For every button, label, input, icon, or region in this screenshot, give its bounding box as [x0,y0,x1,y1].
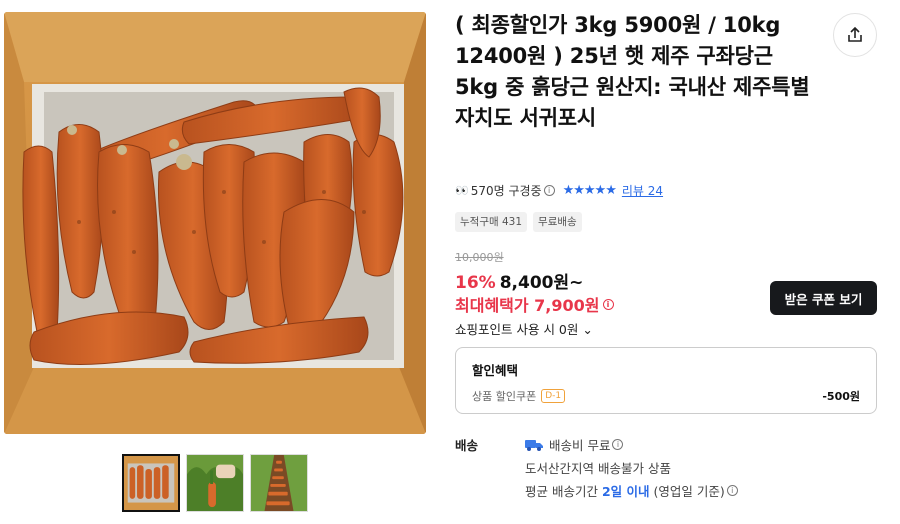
product-title: ( 최종할인가 3kg 5900원 / 10kg 12400원 ) 25년 햇 … [455,13,810,130]
benefit-amount: -500원 [822,390,860,403]
discount-benefit-box: 할인혜택 상품 할인쿠폰 D-1 -500원 [455,347,877,414]
thumbnail-2[interactable] [186,454,244,512]
coupon-view-button[interactable]: 받은 쿠폰 보기 [770,281,877,315]
info-icon[interactable]: i [726,485,738,496]
info-icon[interactable]: i [543,185,555,196]
sale-price: 8,400원~ [499,273,584,293]
eyes-icon: 👀 [455,184,469,197]
shipping-fee-row: 배송비 무료 i [525,435,631,454]
avg-delivery-row: 평균 배송기간 2일 이내 (영업일 기준) i [525,481,746,500]
chevron-down-icon: ⌄ [582,322,593,337]
discount-rate: 16% [455,273,496,293]
thumbnail-1[interactable] [122,454,180,512]
dday-badge: D-1 [541,389,566,403]
avg-delivery-days: 2일 이내 [601,484,650,499]
shipping-fee: 배송비 무료 [549,438,611,453]
viewer-count: 570명 구경중 [470,184,542,198]
original-price: 10,000원 [455,251,504,264]
star-rating: ★★★★★ [562,183,617,198]
share-icon [848,26,862,42]
price-row: 16% 8,400원~ [455,268,583,293]
max-benefit-price: 최대혜택가 7,900원 i [455,292,622,316]
benefit-title: 할인혜택 [472,363,519,378]
info-icon[interactable]: i [612,439,624,450]
truck-icon [525,439,543,451]
info-icon[interactable]: i [602,298,614,310]
benefit-coupon-label: 상품 할인쿠폰 [472,390,537,403]
product-main-image [4,12,426,434]
thumbnail-list [122,454,308,512]
avg-delivery-prefix: 평균 배송기간 [525,484,598,499]
max-benefit-label: 최대혜택가 7,900원 [455,296,600,315]
points-label: 쇼핑포인트 사용 시 0원 [455,322,579,337]
shipping-restriction: 도서산간지역 배송불가 상품 [525,461,671,476]
shopping-points-dropdown[interactable]: 쇼핑포인트 사용 시 0원 ⌄ [455,319,593,338]
shipping-label: 배송 [455,438,479,453]
thumbnail-3[interactable] [250,454,308,512]
cumulative-purchase-badge: 누적구매 431 [455,212,528,232]
badge-row: 누적구매 431 무료배송 [455,212,582,232]
rating-row: 👀 570명 구경중 i ★★★★★ 리뷰 24 [455,182,663,199]
review-link[interactable]: 리뷰 24 [622,182,663,199]
avg-delivery-suffix: (영업일 기준) [653,484,725,499]
share-button[interactable] [833,13,877,57]
free-shipping-badge: 무료배송 [533,212,582,232]
benefit-coupon-row: 상품 할인쿠폰 D-1 [472,388,566,404]
